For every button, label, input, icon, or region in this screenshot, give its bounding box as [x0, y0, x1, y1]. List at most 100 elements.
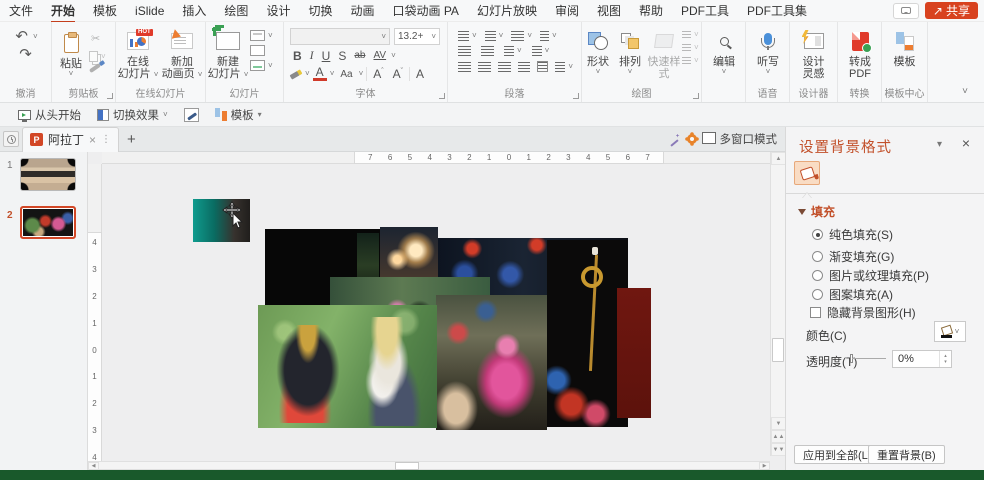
- tab-close-icon[interactable]: ×: [89, 133, 96, 147]
- menu-pdf-tools[interactable]: PDF工具: [672, 0, 738, 22]
- slide-image-left-pair[interactable]: [258, 305, 437, 428]
- text-box-icon[interactable]: [537, 61, 548, 72]
- multi-window-button[interactable]: 多窗口模式: [704, 131, 778, 147]
- to-pdf-button[interactable]: 转成 PDF: [838, 25, 882, 80]
- panel-dropdown-icon[interactable]: ▾: [937, 139, 942, 150]
- picture-fill-radio[interactable]: [812, 270, 823, 281]
- underline-button[interactable]: U: [319, 49, 334, 63]
- slide-layout-icon[interactable]: [250, 30, 265, 41]
- drawing-launcher-icon[interactable]: [693, 93, 699, 99]
- menu-review[interactable]: 审阅: [546, 0, 588, 22]
- vertical-scrollbar[interactable]: ▲ ▼ ▲▲ ▼▼: [770, 152, 785, 456]
- menu-slideshow[interactable]: 幻灯片放映: [468, 0, 546, 22]
- reset-slide-icon[interactable]: [250, 45, 265, 56]
- align-left-icon[interactable]: [458, 62, 471, 72]
- sort-icon[interactable]: [540, 31, 549, 41]
- fill-section-header[interactable]: 填充: [798, 203, 835, 220]
- menu-help[interactable]: 帮助: [630, 0, 672, 22]
- undo-button[interactable]: ↶: [13, 29, 30, 45]
- fill-tab-button[interactable]: [794, 161, 820, 185]
- shape-outline-icon[interactable]: [682, 44, 691, 52]
- highlight-color-icon[interactable]: [290, 69, 303, 79]
- slide-image-crescent[interactable]: [547, 240, 628, 427]
- menu-template[interactable]: 模板: [84, 0, 126, 22]
- horizontal-scrollbar[interactable]: ◀ ▶: [88, 461, 770, 470]
- increase-indent-icon[interactable]: [481, 46, 494, 56]
- slide-1-thumbnail[interactable]: [20, 158, 76, 191]
- font-name-select[interactable]: ˅: [290, 28, 390, 45]
- change-case-button[interactable]: Aa: [337, 69, 355, 80]
- clipboard-launcher-icon[interactable]: [107, 93, 113, 99]
- paragraph-launcher-icon[interactable]: [573, 93, 579, 99]
- history-button[interactable]: [3, 131, 19, 147]
- text-direction-icon[interactable]: [532, 46, 542, 56]
- document-tab[interactable]: P 阿拉丁 × ⋮: [22, 127, 119, 152]
- menu-transitions[interactable]: 切换: [299, 0, 341, 22]
- transparency-spinner[interactable]: ▴ ▾: [939, 351, 951, 367]
- redo-button[interactable]: ↷: [17, 47, 34, 63]
- shadow-button[interactable]: S: [335, 49, 349, 63]
- copy-icon[interactable]: [89, 51, 98, 62]
- settings-gear-icon[interactable]: [687, 134, 697, 144]
- shrink-font-button[interactable]: Aˇ: [390, 67, 406, 81]
- scroll-left-button[interactable]: ◀: [88, 462, 99, 470]
- pattern-fill-radio[interactable]: [812, 289, 823, 300]
- clear-format-button[interactable]: A: [413, 67, 427, 81]
- quick-template-button[interactable]: 模板 ▾: [209, 105, 268, 125]
- picture-fill-option[interactable]: 图片或纹理填充(P): [812, 267, 929, 284]
- gradient-rectangle-object[interactable]: [193, 199, 250, 242]
- scroll-up-button[interactable]: ▲: [771, 152, 785, 165]
- cut-button[interactable]: ✂: [89, 31, 106, 47]
- align-right-icon[interactable]: [498, 62, 511, 72]
- numbering-icon[interactable]: [485, 31, 496, 41]
- hide-background-checkbox[interactable]: [810, 307, 821, 318]
- columns-icon[interactable]: [504, 46, 514, 56]
- dictate-button[interactable]: 听写 ˅: [746, 25, 790, 76]
- spin-down-icon[interactable]: ▾: [944, 359, 947, 365]
- menu-islide[interactable]: iSlide: [126, 1, 173, 21]
- line-spacing-icon[interactable]: [511, 31, 524, 41]
- section-icon[interactable]: [250, 60, 265, 71]
- font-color-button[interactable]: A: [313, 67, 327, 81]
- bullets-icon[interactable]: [458, 31, 469, 41]
- justify-icon[interactable]: [518, 62, 531, 72]
- transparency-spinbox[interactable]: 0% ▴ ▾: [892, 350, 952, 368]
- menu-view[interactable]: 视图: [588, 0, 630, 22]
- menu-insert[interactable]: 插入: [173, 0, 215, 22]
- italic-button[interactable]: I: [307, 48, 317, 63]
- bold-button[interactable]: B: [290, 49, 305, 63]
- panel-close-icon[interactable]: ×: [962, 135, 970, 151]
- collapse-ribbon-icon[interactable]: ˅: [962, 88, 968, 96]
- solid-fill-option[interactable]: 纯色填充(S): [812, 226, 893, 243]
- char-spacing-button[interactable]: AV: [370, 50, 389, 61]
- menu-home[interactable]: 开始: [42, 0, 84, 22]
- from-start-button[interactable]: 从头开始: [12, 105, 87, 125]
- slide-2-thumbnail[interactable]: [20, 206, 76, 239]
- font-launcher-icon[interactable]: [439, 93, 445, 99]
- next-slide-button[interactable]: ▼▼: [771, 443, 785, 456]
- horizontal-scroll-thumb[interactable]: [395, 462, 419, 470]
- format-painter-icon[interactable]: [89, 63, 101, 73]
- share-button[interactable]: ↗ 共享: [925, 2, 978, 19]
- edit-button[interactable]: 编辑 ˅: [702, 25, 746, 76]
- wrap-text-icon[interactable]: [555, 62, 565, 72]
- tab-menu-icon[interactable]: ⋮: [101, 134, 111, 145]
- slide-image-stage[interactable]: [380, 227, 438, 283]
- slide-canvas[interactable]: 765432101234567 432101234: [88, 152, 785, 470]
- solid-fill-radio[interactable]: [812, 229, 823, 240]
- undo-caret-icon[interactable]: ˅: [33, 33, 38, 41]
- menu-pdf-toolkit[interactable]: PDF工具集: [738, 0, 816, 22]
- slide-image-center-performers[interactable]: [436, 295, 547, 430]
- decrease-indent-icon[interactable]: [458, 46, 471, 56]
- menu-design[interactable]: 设计: [257, 0, 299, 22]
- strikethrough-button[interactable]: ab: [351, 50, 368, 61]
- slide-image-maroon[interactable]: [617, 288, 651, 418]
- transparency-slider-track[interactable]: [852, 358, 886, 359]
- hide-background-option[interactable]: 隐藏背景图形(H): [810, 304, 916, 321]
- reset-background-button[interactable]: 重置背景(B): [868, 445, 945, 464]
- scroll-down-button[interactable]: ▼: [771, 417, 785, 430]
- menu-animations[interactable]: 动画: [341, 0, 383, 22]
- template-button[interactable]: 模板: [883, 25, 927, 68]
- menu-pocket-animation[interactable]: 口袋动画 PA: [383, 0, 467, 22]
- grow-font-button[interactable]: Aˆ: [370, 67, 386, 81]
